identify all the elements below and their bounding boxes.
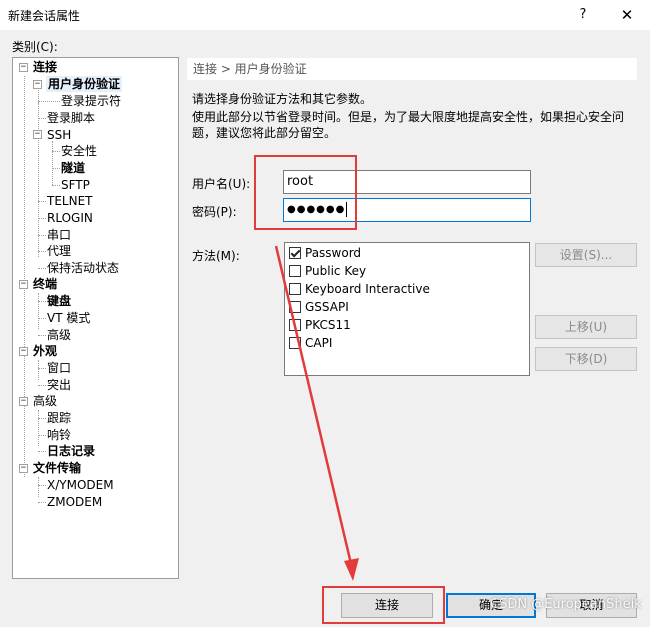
watermark: CSDN @EuropeanSheik [490, 597, 642, 612]
annotation-arrow-icon [274, 245, 359, 581]
